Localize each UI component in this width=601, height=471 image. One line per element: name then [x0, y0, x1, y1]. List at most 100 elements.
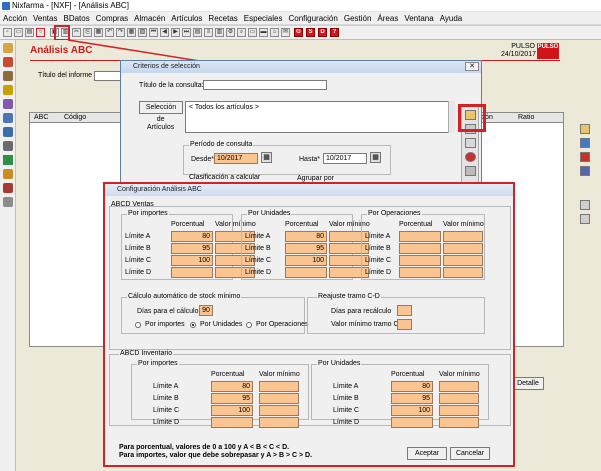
folder-icon[interactable]: ▬: [259, 28, 268, 37]
right-report-icon[interactable]: [580, 166, 590, 176]
plus-icon[interactable]: [3, 155, 13, 165]
radio-unidades[interactable]: [190, 322, 196, 328]
grid-icon[interactable]: ▤: [193, 28, 202, 37]
articulos-scrollbar[interactable]: [448, 101, 455, 133]
limit-porcentual-input[interactable]: 80: [391, 381, 433, 392]
redo-icon[interactable]: ↷: [116, 28, 125, 37]
articulos-list[interactable]: < Todos los artículos >: [185, 101, 455, 133]
config-edit-icon[interactable]: [465, 138, 476, 148]
warning-icon[interactable]: [3, 169, 13, 179]
home-icon[interactable]: [3, 43, 13, 53]
limit-porcentual-input[interactable]: 100: [171, 255, 213, 266]
nav-last-icon[interactable]: ⏭: [182, 28, 191, 37]
tools2-icon[interactable]: [3, 183, 13, 193]
right-print-icon[interactable]: [580, 200, 590, 210]
search-icon[interactable]: ⌕: [237, 28, 246, 37]
menu-item-0[interactable]: Acción: [0, 12, 30, 25]
person-icon[interactable]: [3, 71, 13, 81]
nav-next-icon[interactable]: ▶: [171, 28, 180, 37]
chart-icon[interactable]: ▥: [215, 28, 224, 37]
list-icon[interactable]: ≡: [204, 28, 213, 37]
pen-icon[interactable]: [3, 113, 13, 123]
circle-icon[interactable]: ○: [36, 28, 45, 37]
limit-porcentual-input[interactable]: [171, 267, 213, 278]
right-print2-icon[interactable]: [580, 214, 590, 224]
menu-item-6[interactable]: Recetas: [205, 12, 240, 25]
tools-icon[interactable]: [3, 141, 13, 151]
menu-item-4[interactable]: Almacén: [131, 12, 168, 25]
limit-porcentual-input[interactable]: 95: [211, 393, 253, 404]
cart-icon[interactable]: ⌂: [270, 28, 279, 37]
basket-icon[interactable]: [3, 99, 13, 109]
limit-porcentual-input[interactable]: [211, 417, 253, 428]
seleccion-button[interactable]: Selección: [139, 101, 183, 114]
menu-item-10[interactable]: Áreas: [374, 12, 401, 25]
open-icon[interactable]: ▭: [14, 28, 23, 37]
config-clock-icon[interactable]: [465, 152, 476, 162]
limit-minimo-input[interactable]: [439, 393, 479, 404]
report-title-input[interactable]: [94, 71, 122, 81]
desde-calendar-icon[interactable]: ▦: [261, 152, 272, 163]
calendar-icon[interactable]: ▦: [127, 28, 136, 37]
limit-minimo-input[interactable]: [259, 417, 299, 428]
right-lock-icon[interactable]: [580, 124, 590, 134]
menu-item-5[interactable]: Artículos: [168, 12, 205, 25]
hasta-input[interactable]: 10/2017: [323, 153, 367, 164]
limit-porcentual-input[interactable]: 95: [171, 243, 213, 254]
d-icon[interactable]: D: [318, 28, 327, 37]
menu-item-11[interactable]: Ventana: [401, 12, 436, 25]
limit-porcentual-input[interactable]: 100: [285, 255, 327, 266]
limit-minimo-input[interactable]: [439, 417, 479, 428]
cut-icon[interactable]: ✂: [72, 28, 81, 37]
limit-porcentual-input[interactable]: [285, 267, 327, 278]
consulta-input[interactable]: [203, 80, 327, 90]
new-icon[interactable]: ▫: [3, 28, 12, 37]
g-icon[interactable]: G: [294, 28, 303, 37]
limit-porcentual-input[interactable]: 80: [211, 381, 253, 392]
menu-item-2[interactable]: BDatos: [60, 12, 92, 25]
radio-operaciones[interactable]: [246, 322, 252, 328]
recalculo-input[interactable]: [397, 305, 412, 316]
limit-porcentual-input[interactable]: 100: [211, 405, 253, 416]
menu-item-3[interactable]: Compras: [93, 12, 131, 25]
limit-porcentual-input[interactable]: 95: [391, 393, 433, 404]
accept-button[interactable]: Aceptar: [407, 447, 447, 460]
limit-minimo-input[interactable]: [443, 267, 483, 278]
desde-input[interactable]: 10/2017: [214, 153, 258, 164]
right-stack-icon[interactable]: [580, 152, 590, 162]
detalle-button[interactable]: Detalle: [512, 377, 544, 390]
radio-importes[interactable]: [135, 322, 141, 328]
limit-porcentual-input[interactable]: 100: [391, 405, 433, 416]
limit-porcentual-input[interactable]: [399, 267, 441, 278]
hasta-calendar-icon[interactable]: ▦: [370, 152, 381, 163]
close-icon[interactable]: ✕: [465, 62, 479, 71]
menu-item-9[interactable]: Gestión: [341, 12, 375, 25]
mail-icon[interactable]: ✉: [281, 28, 290, 37]
limit-minimo-input[interactable]: [259, 393, 299, 404]
dias-input[interactable]: 90: [199, 305, 213, 316]
cancel-button[interactable]: Cancelar: [450, 447, 490, 460]
nav-first-icon[interactable]: ⏮: [149, 28, 158, 37]
menu-item-1[interactable]: Ventas: [30, 12, 60, 25]
limit-porcentual-input[interactable]: 95: [285, 243, 327, 254]
truck-icon[interactable]: [3, 197, 13, 207]
limit-porcentual-input[interactable]: [399, 255, 441, 266]
limit-minimo-input[interactable]: [259, 405, 299, 416]
print-icon[interactable]: ▤: [25, 28, 34, 37]
menu-item-8[interactable]: Configuración: [285, 12, 340, 25]
minimo-c-input[interactable]: [397, 319, 412, 330]
box-icon[interactable]: [3, 85, 13, 95]
limit-minimo-input[interactable]: [443, 243, 483, 254]
limit-porcentual-input[interactable]: 80: [285, 231, 327, 242]
limit-porcentual-input[interactable]: [391, 417, 433, 428]
menu-item-12[interactable]: Ayuda: [437, 12, 466, 25]
copy-icon[interactable]: ⎘: [83, 28, 92, 37]
nav-prev-icon[interactable]: ◀: [160, 28, 169, 37]
help-icon[interactable]: ?: [330, 28, 339, 37]
right-chart-icon[interactable]: [580, 138, 590, 148]
window-icon[interactable]: ▭: [248, 28, 257, 37]
limit-minimo-input[interactable]: [439, 381, 479, 392]
undo-icon[interactable]: ↶: [105, 28, 114, 37]
paste-icon[interactable]: ▦: [94, 28, 103, 37]
limit-minimo-input[interactable]: [259, 381, 299, 392]
